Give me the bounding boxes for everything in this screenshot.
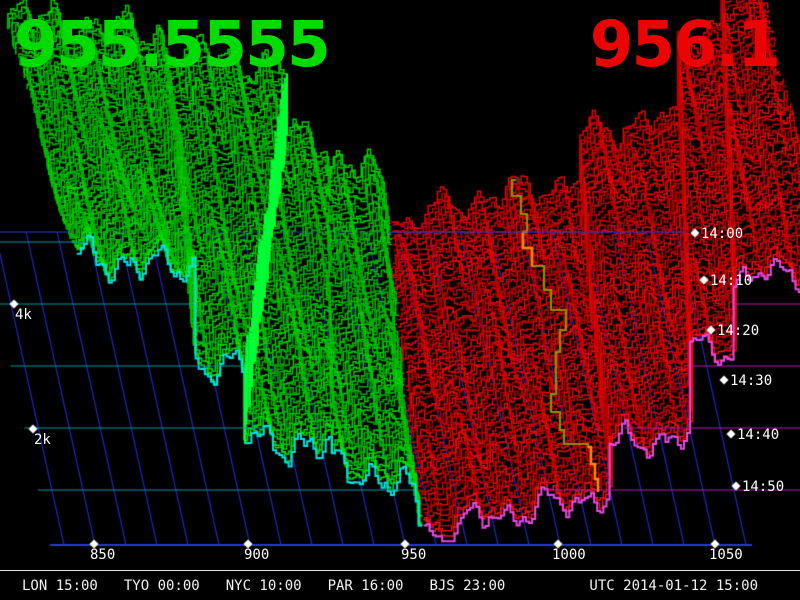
- qty-tick-2k: 2k: [34, 433, 51, 447]
- best-ask-quote: 956.1: [590, 13, 779, 76]
- time-tick-1400: 14:00: [701, 227, 743, 241]
- clock-lon: LON 15:00: [22, 578, 98, 594]
- status-bar: LON 15:00 TYO 00:00 NYC 10:00 PAR 16:00 …: [0, 570, 800, 600]
- price-tick-1000: 1000: [552, 548, 586, 562]
- time-tick-1420: 14:20: [717, 324, 759, 338]
- time-tick-1410: 14:10: [710, 274, 752, 288]
- clock-par: PAR 16:00: [328, 578, 404, 594]
- depth-history-chart-canvas[interactable]: [0, 0, 800, 600]
- time-tick-1440: 14:40: [737, 428, 779, 442]
- best-bid-quote: 955.5555: [14, 13, 329, 76]
- clock-tyo: TYO 00:00: [124, 578, 200, 594]
- order-book-3d-app: 955.5555 956.1 850 900 950 1000 1050 14:…: [0, 0, 800, 600]
- price-tick-1050: 1050: [709, 548, 743, 562]
- price-tick-950: 950: [401, 548, 426, 562]
- time-tick-1430: 14:30: [730, 374, 772, 388]
- clock-nyc: NYC 10:00: [226, 578, 302, 594]
- price-tick-900: 900: [244, 548, 269, 562]
- clock-utc: UTC 2014-01-12 15:00: [589, 578, 758, 594]
- price-tick-850: 850: [90, 548, 115, 562]
- time-tick-1450: 14:50: [742, 480, 784, 494]
- clock-bjs: BJS 23:00: [429, 578, 505, 594]
- qty-tick-4k: 4k: [15, 308, 32, 322]
